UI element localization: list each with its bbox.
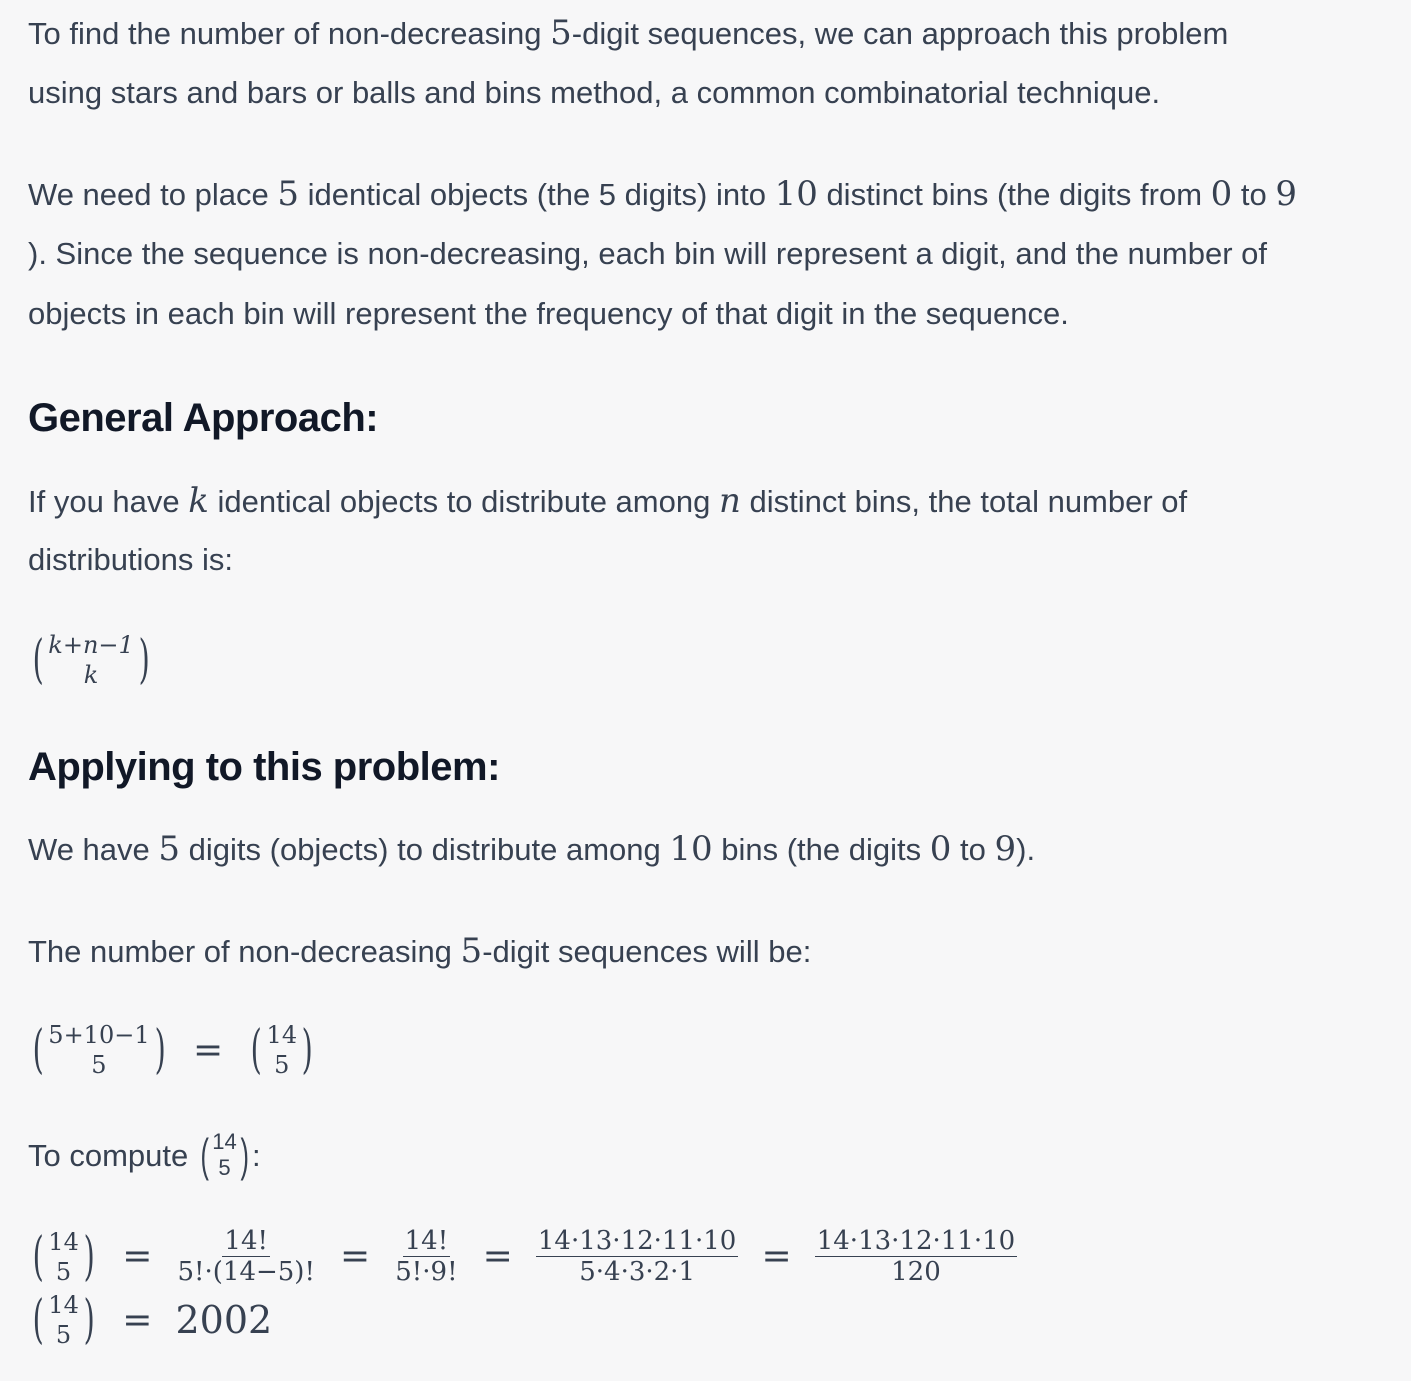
- para2-line-2: ). Since the sequence is non-decreasing,…: [28, 236, 1268, 271]
- chat-response: To find the number of non-decreasing 5-d…: [0, 0, 1411, 1381]
- binomial-right-top: 14: [266, 1021, 298, 1049]
- equals-sign: =: [122, 1299, 153, 1341]
- equals-sign: =: [482, 1236, 513, 1277]
- apply-line: We have 5 digits (objects) to distribute…: [28, 829, 1036, 869]
- binomial: ( 14 5 ): [32, 1290, 95, 1350]
- heading-general-approach: General Approach:: [28, 396, 379, 440]
- equals-sign: =: [122, 1236, 153, 1277]
- heading-applying: Applying to this problem:: [28, 745, 500, 789]
- fraction-3: 14·13·12·11·10 5·4·3·2·1: [535, 1226, 739, 1287]
- inline-binomial: (14 5): [200, 1128, 249, 1181]
- binomial-top: k+n−1: [48, 631, 134, 659]
- para2-line-3: objects in each bin will represent the f…: [28, 296, 1069, 331]
- general-line-1: If you have k identical objects to distr…: [28, 481, 1188, 521]
- binomial-left-bottom: 5: [91, 1051, 107, 1079]
- formula-applied-binomial: ( 5+10−1 5 ) = ( 14 5 ): [28, 1020, 317, 1080]
- binomial: ( 14 5 ): [32, 1226, 95, 1287]
- equals-sign: =: [340, 1236, 371, 1277]
- fraction-1: 14! 5!·(14−5)!: [177, 1226, 315, 1287]
- para2-line-1: We need to place 5 identical objects (th…: [28, 174, 1298, 214]
- equals-sign: =: [761, 1236, 792, 1277]
- intro-line-2: using stars and bars or balls and bins m…: [28, 75, 1161, 110]
- binomial: ( k+n−1 k ): [32, 630, 150, 690]
- binomial-left-top: 5+10−1: [48, 1021, 150, 1049]
- binomial-right: ( 14 5 ): [250, 1020, 313, 1080]
- binomial-left: ( 5+10−1 5 ): [32, 1020, 166, 1080]
- result-value: 2002: [175, 1298, 273, 1342]
- binomial-bottom: k: [83, 661, 99, 689]
- formula-result: ( 14 5 ) = 2002: [28, 1290, 273, 1350]
- number-line: The number of non-decreasing 5-digit seq…: [28, 931, 812, 971]
- intro-line-1: To find the number of non-decreasing 5-d…: [28, 13, 1229, 53]
- fraction-4: 14·13·12·11·10 120: [814, 1226, 1018, 1287]
- formula-computation: ( 14 5 ) = 14! 5!·(14−5)! = 14! 5!·9! = …: [28, 1226, 1018, 1287]
- equals-sign: =: [192, 1029, 224, 1071]
- compute-line: To compute (14 5):: [28, 1128, 261, 1181]
- binomial-right-bottom: 5: [274, 1051, 290, 1079]
- formula-general-binomial: ( k+n−1 k ): [28, 630, 154, 690]
- fraction-2: 14! 5!·9!: [395, 1226, 458, 1287]
- general-line-2: distributions is:: [28, 542, 234, 577]
